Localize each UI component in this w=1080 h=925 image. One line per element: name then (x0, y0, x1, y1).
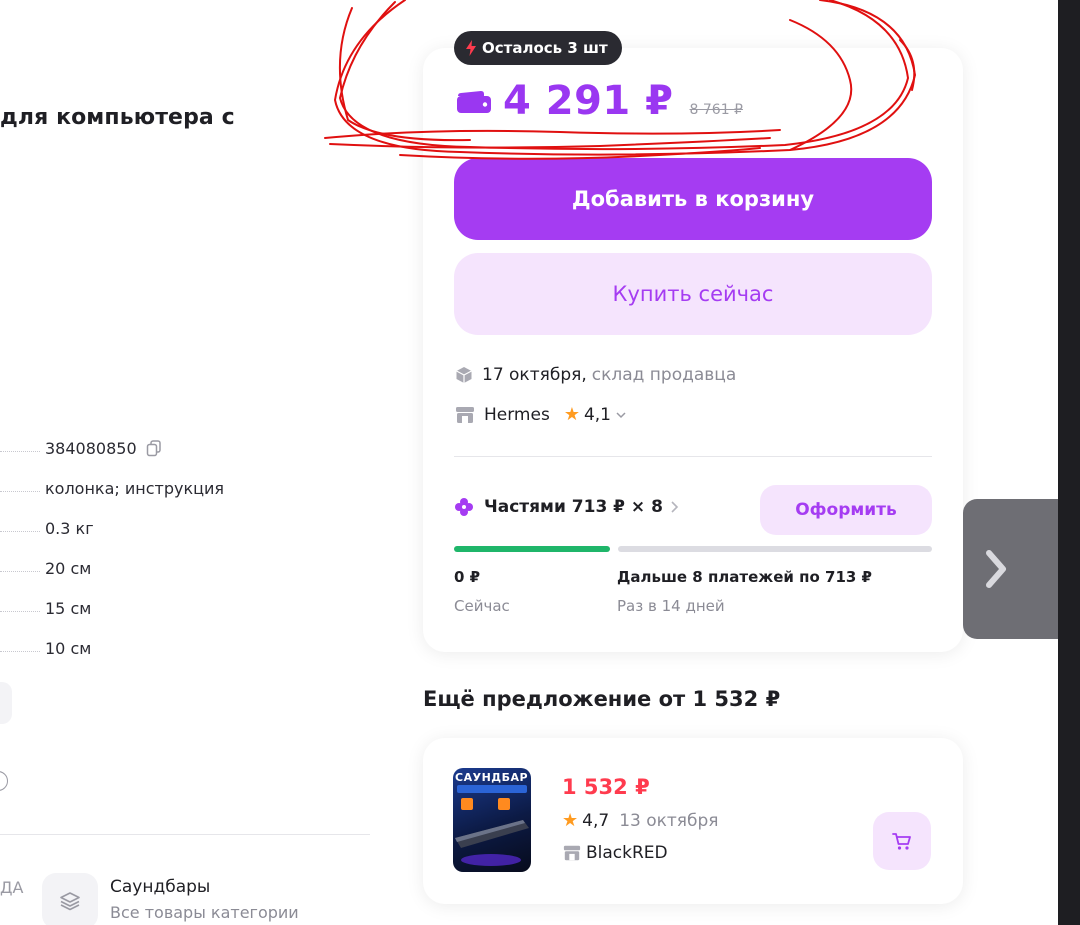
category-icon-box[interactable] (42, 873, 98, 925)
cart-icon (892, 833, 911, 850)
spec-leader-dots (0, 490, 40, 492)
offer-seller-name[interactable]: BlackRED (586, 843, 668, 863)
offer-rating: 4,7 (582, 810, 610, 831)
chevron-right-icon (986, 550, 1006, 588)
wallet-icon (457, 91, 491, 113)
category-subtitle[interactable]: Все товары категории (110, 903, 299, 922)
spec-value: 384080850 (45, 438, 137, 458)
installments-label: Частями 713 ₽ × 8 (484, 497, 663, 517)
spec-value: 20 см (45, 558, 92, 578)
chevron-right-icon (671, 501, 679, 513)
stock-badge-text: Осталось 3 шт (482, 39, 608, 57)
category-title[interactable]: Саундбары (110, 877, 210, 897)
seller-info[interactable]: Hermes ★ 4,1 (454, 404, 627, 425)
buy-now-button[interactable]: Купить сейчас (454, 253, 932, 335)
spec-leader-dots (0, 530, 40, 532)
delivery-info: 17 октября, склад продавца (454, 365, 736, 385)
progress-later-segment (618, 546, 932, 552)
add-to-cart-button[interactable]: Добавить в корзину (454, 158, 932, 240)
shop-icon (563, 845, 581, 861)
star-icon: ★ (562, 810, 579, 831)
progress-now-segment (454, 546, 610, 552)
clover-icon (455, 498, 473, 516)
lightning-icon (466, 40, 476, 56)
other-offers-heading[interactable]: Ещё предложение от 1 532 ₽ (423, 687, 780, 711)
offer-delivery-date: 13 октября (619, 810, 719, 831)
star-icon: ★ (563, 404, 580, 425)
specs-list: 384080850 колонка; инструкция 0.3 кг 20 … (0, 428, 330, 668)
spec-leader-dots (0, 650, 40, 652)
spec-value: 15 см (45, 598, 92, 618)
product-page: для компьютера с 384080850 колонка; инст… (0, 0, 1080, 925)
offer-seller-row[interactable]: BlackRED (562, 843, 668, 863)
left-chip[interactable] (0, 682, 12, 724)
current-price: 4 291 ₽ (503, 78, 674, 124)
product-title: для компьютера с (0, 105, 235, 130)
spec-leader-dots (0, 450, 40, 452)
spec-value: 0.3 кг (45, 518, 94, 538)
spec-leader-dots (0, 570, 40, 572)
spec-row-length: 20 см (0, 548, 330, 588)
offer-rating-row: ★ 4,7 13 октября (562, 810, 719, 831)
buy-card (423, 48, 963, 652)
installments-row: Частями 713 ₽ × 8 Оформить (454, 485, 932, 535)
installments-progress (454, 546, 932, 552)
offer-add-to-cart-button[interactable] (873, 812, 931, 870)
delivery-date: 17 октября, (482, 365, 587, 385)
delivery-source: склад продавца (591, 365, 737, 385)
offer-thumbnail[interactable]: САУНДБАР (453, 768, 531, 872)
spec-value: 10 см (45, 638, 92, 658)
soundbar-image (455, 785, 529, 866)
gallery-next-button[interactable] (963, 499, 1063, 639)
left-divider (0, 834, 370, 835)
left-cut-text: ДА (0, 878, 24, 897)
pay-later-label: Раз в 14 дней (617, 597, 725, 615)
shop-icon (456, 406, 474, 423)
layers-icon (60, 892, 80, 911)
checkout-installments-button[interactable]: Оформить (760, 485, 932, 535)
pay-now-label: Сейчас (454, 597, 510, 615)
offer-price: 1 532 ₽ (562, 775, 650, 799)
info-icon[interactable] (0, 771, 8, 791)
price-row: 4 291 ₽ 8 761 ₽ (455, 78, 743, 124)
spec-row-package: колонка; инструкция (0, 468, 330, 508)
window-edge (1058, 0, 1080, 925)
spec-row-weight: 0.3 кг (0, 508, 330, 548)
spec-value: колонка; инструкция (45, 478, 225, 498)
spec-row-width: 15 см (0, 588, 330, 628)
seller-name[interactable]: Hermes (484, 405, 550, 425)
box-icon (456, 367, 472, 383)
spec-row-height: 10 см (0, 628, 330, 668)
copy-icon[interactable] (145, 439, 163, 457)
spec-leader-dots (0, 610, 40, 612)
chevron-down-icon[interactable] (615, 409, 627, 421)
pay-now-amount: 0 ₽ (454, 568, 481, 586)
card-divider (454, 456, 932, 457)
seller-rating: 4,1 (583, 404, 611, 425)
old-price: 8 761 ₽ (689, 102, 743, 118)
stock-badge: Осталось 3 шт (454, 31, 622, 65)
spec-row-article: 384080850 (0, 428, 330, 468)
installments-link[interactable]: Частями 713 ₽ × 8 (454, 497, 679, 517)
pay-later-amount: Дальше 8 платежей по 713 ₽ (617, 568, 872, 586)
